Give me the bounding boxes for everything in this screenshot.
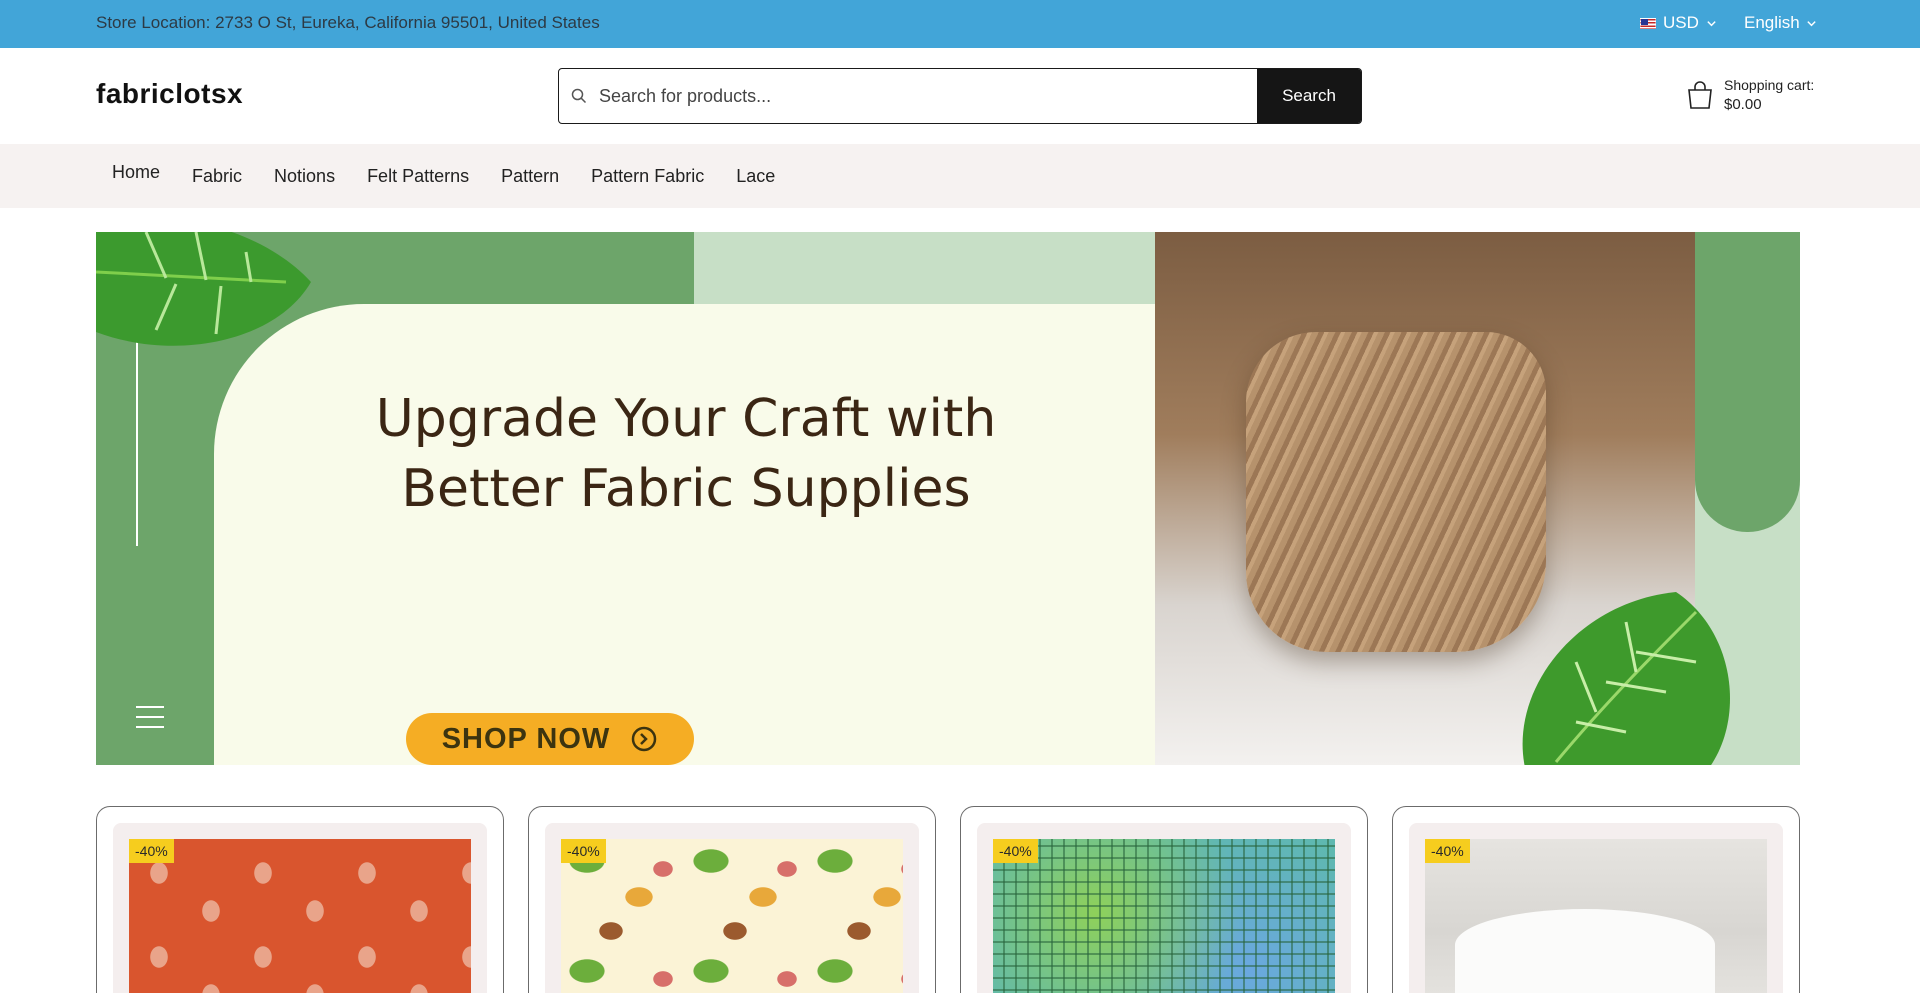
language-selector[interactable]: English bbox=[1744, 0, 1817, 46]
site-header: fabriclotsx Search Shopping cart: $0.00 bbox=[0, 48, 1920, 144]
product-image-frame: -40% bbox=[113, 823, 487, 993]
product-image-frame: -40% bbox=[977, 823, 1351, 993]
shop-now-button[interactable]: SHOP NOW bbox=[406, 713, 694, 765]
shopping-bag-icon bbox=[1688, 81, 1712, 109]
monstera-leaf-icon bbox=[1522, 592, 1730, 765]
product-image-batik-fabric bbox=[993, 839, 1335, 993]
product-card[interactable]: -40% bbox=[528, 806, 936, 993]
discount-badge: -40% bbox=[129, 839, 174, 863]
product-image-butterfly-fabric bbox=[561, 839, 903, 993]
nav-item-pattern[interactable]: Pattern bbox=[485, 166, 575, 187]
discount-badge: -40% bbox=[993, 839, 1038, 863]
product-card[interactable]: -40% bbox=[1392, 806, 1800, 993]
monstera-leaf-icon bbox=[96, 232, 311, 346]
chevron-down-icon bbox=[1807, 20, 1816, 26]
product-image-frame: -40% bbox=[545, 823, 919, 993]
banner-headline-line2: Better Fabric Supplies bbox=[401, 459, 971, 519]
top-bar: Store Location: 2733 O St, Eureka, Calif… bbox=[0, 0, 1920, 48]
nav-item-pattern-fabric[interactable]: Pattern Fabric bbox=[575, 166, 720, 187]
nav-item-lace[interactable]: Lace bbox=[720, 166, 791, 187]
product-card[interactable]: -40% bbox=[960, 806, 1368, 993]
hamburger-menu-icon[interactable] bbox=[136, 706, 164, 736]
nav-item-notions[interactable]: Notions bbox=[258, 166, 351, 187]
shop-now-label: SHOP NOW bbox=[441, 722, 611, 755]
us-flag-icon bbox=[1640, 17, 1656, 29]
product-image-frame: -40% bbox=[1409, 823, 1783, 993]
nav-item-felt-patterns[interactable]: Felt Patterns bbox=[351, 166, 485, 187]
product-card[interactable]: -40% bbox=[96, 806, 504, 993]
chevron-down-icon bbox=[1707, 20, 1716, 26]
banner-headline-line1: Upgrade Your Craft with bbox=[375, 389, 997, 449]
search-button[interactable]: Search bbox=[1257, 69, 1361, 123]
shopping-cart[interactable]: Shopping cart: $0.00 bbox=[1686, 76, 1814, 114]
search-bar: Search bbox=[558, 68, 1362, 124]
banner-decor-strip bbox=[694, 232, 1156, 304]
banner-text-panel bbox=[214, 304, 1156, 765]
cart-label: Shopping cart: bbox=[1724, 77, 1815, 93]
site-logo[interactable]: fabriclotsx bbox=[96, 78, 243, 110]
arrow-circle-right-icon bbox=[632, 726, 657, 752]
main-navigation: Home Fabric Notions Felt Patterns Patter… bbox=[0, 144, 1920, 208]
currency-selector[interactable]: USD bbox=[1640, 0, 1717, 46]
currency-label: USD bbox=[1663, 13, 1699, 32]
language-label: English bbox=[1744, 13, 1800, 32]
cart-amount: $0.00 bbox=[1724, 96, 1762, 113]
product-image-turtle-fabric bbox=[129, 839, 471, 993]
store-location: Store Location: 2733 O St, Eureka, Calif… bbox=[96, 13, 600, 32]
banner-headline: Upgrade Your Craft with Better Fabric Su… bbox=[306, 384, 1066, 524]
hero-banner[interactable]: Upgrade Your Craft with Better Fabric Su… bbox=[96, 232, 1800, 765]
search-icon bbox=[559, 69, 599, 123]
discount-badge: -40% bbox=[561, 839, 606, 863]
nav-item-home[interactable]: Home bbox=[96, 162, 176, 183]
product-image-lace-runner bbox=[1425, 839, 1767, 993]
search-input[interactable] bbox=[599, 69, 1257, 123]
discount-badge: -40% bbox=[1425, 839, 1470, 863]
nav-item-fabric[interactable]: Fabric bbox=[176, 166, 258, 187]
